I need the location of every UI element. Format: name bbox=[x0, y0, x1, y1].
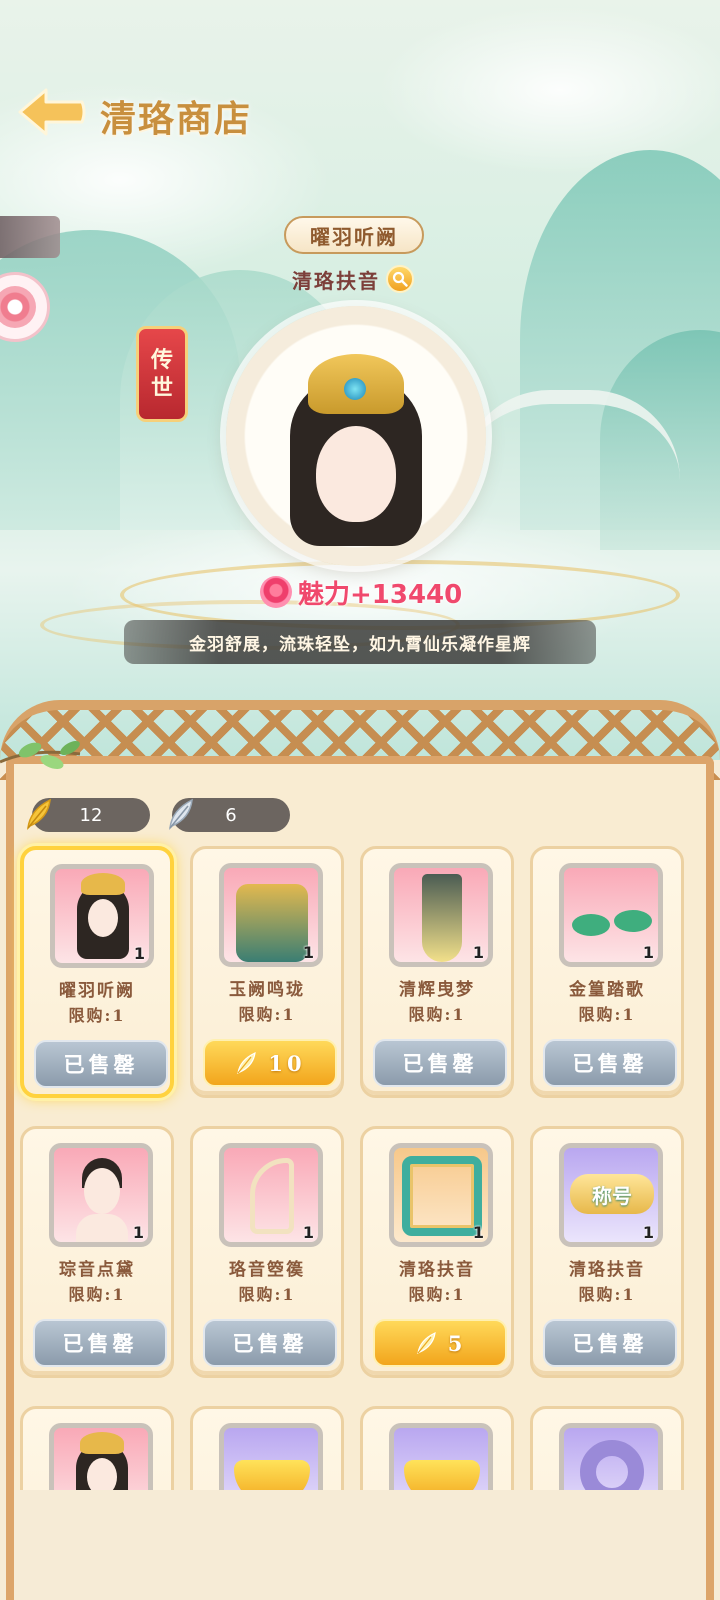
back-button[interactable] bbox=[16, 84, 88, 140]
item-thumbnail: 1 bbox=[389, 863, 493, 967]
shop-item-card[interactable]: 1 清辉曳梦限购:1 已售罄 bbox=[360, 846, 514, 1098]
item-quantity: 1 bbox=[472, 943, 484, 962]
purchase-limit: 限购:1 bbox=[68, 1006, 126, 1025]
panel-bottom bbox=[14, 1490, 706, 1600]
purchase-limit: 限购:1 bbox=[408, 1285, 466, 1304]
item-name: 玉阙鸣珑 bbox=[229, 980, 305, 1000]
silver-feather-count: 6 bbox=[225, 804, 237, 826]
sold-out-button: 已售罄 bbox=[543, 1319, 677, 1367]
item-name: 珞音箜篌 bbox=[229, 1260, 305, 1280]
item-thumbnail: 称号 1 bbox=[559, 1143, 663, 1247]
set-name-label: 曜羽听阙 bbox=[284, 216, 424, 254]
shop-item-card[interactable]: 称号 1 清珞扶音限购:1 已售罄 bbox=[530, 1126, 684, 1378]
purchase-limit: 限购:1 bbox=[408, 1005, 466, 1024]
item-quantity: 1 bbox=[642, 1223, 654, 1242]
item-name: 清珞扶音 bbox=[399, 1260, 475, 1280]
sold-out-button: 已售罄 bbox=[373, 1039, 507, 1087]
item-name: 琮音点黛 bbox=[59, 1260, 135, 1280]
item-quantity: 1 bbox=[472, 1223, 484, 1242]
silver-feather-icon bbox=[169, 798, 193, 831]
item-name: 清辉曳梦 bbox=[399, 980, 475, 1000]
back-arrow-icon bbox=[18, 88, 86, 136]
rarity-char: 世 bbox=[150, 375, 173, 401]
item-grid: 1 曜羽听阙限购:1 已售罄 1 玉阙鸣珑限购:1 10 1 清辉曳梦限购:1 已售罄 1 金篁踏歌… bbox=[20, 846, 700, 1600]
leaf-decoration-icon bbox=[0, 741, 81, 769]
shop-item-card[interactable]: 1 玉阙鸣珑限购:1 10 bbox=[190, 846, 344, 1098]
shop-item-card[interactable]: 1 曜羽听阙限购:1 已售罄 bbox=[20, 846, 174, 1098]
shop-item-card[interactable]: 1 琮音点黛限购:1 已售罄 bbox=[20, 1126, 174, 1378]
sold-out-button: 已售罄 bbox=[543, 1039, 677, 1087]
purchase-limit: 限购:1 bbox=[238, 1285, 296, 1304]
buy-button[interactable]: 5 bbox=[373, 1319, 507, 1367]
gold-feather-icon bbox=[237, 1051, 257, 1075]
purchase-limit: 限购:1 bbox=[68, 1285, 126, 1304]
purchase-limit: 限购:1 bbox=[578, 1005, 636, 1024]
face-art bbox=[316, 426, 396, 522]
gold-feather-icon bbox=[27, 798, 51, 831]
sold-out-button: 已售罄 bbox=[33, 1319, 167, 1367]
gold-feather-icon bbox=[416, 1331, 436, 1355]
item-thumbnail: 1 bbox=[219, 1143, 323, 1247]
item-name: 金篁踏歌 bbox=[569, 980, 645, 1000]
page-title: 清珞商店 bbox=[100, 98, 253, 140]
buy-button[interactable]: 10 bbox=[203, 1039, 337, 1087]
title-badge-text: 称号 bbox=[570, 1174, 654, 1214]
sold-out-button: 已售罄 bbox=[203, 1319, 337, 1367]
item-name: 曜羽听阙 bbox=[59, 981, 135, 1001]
item-preview[interactable] bbox=[226, 306, 486, 566]
item-quantity: 1 bbox=[133, 944, 145, 963]
rarity-char: 传 bbox=[150, 347, 173, 373]
collection-link[interactable]: 清珞扶音 bbox=[292, 264, 414, 294]
shop-item-card[interactable]: 1 金篁踏歌限购:1 已售罄 bbox=[530, 846, 684, 1098]
item-thumbnail: 1 bbox=[49, 1143, 153, 1247]
item-quantity: 1 bbox=[132, 1223, 144, 1242]
shop-item-card[interactable]: 1 清珞扶音限购:1 5 bbox=[360, 1126, 514, 1378]
item-thumbnail: 1 bbox=[559, 863, 663, 967]
flower-icon bbox=[0, 286, 36, 328]
price-label: 10 bbox=[268, 1050, 306, 1076]
item-quantity: 1 bbox=[302, 1223, 314, 1242]
shop-item-card[interactable]: 1 珞音箜篌限购:1 已售罄 bbox=[190, 1126, 344, 1378]
rose-icon bbox=[260, 576, 292, 608]
item-description: 金羽舒展，流珠轻坠，如九霄仙乐凝作星辉 bbox=[124, 620, 596, 664]
item-thumbnail: 1 bbox=[219, 863, 323, 967]
item-thumbnail: 1 bbox=[389, 1143, 493, 1247]
gold-feather-count: 12 bbox=[79, 804, 103, 826]
item-quantity: 1 bbox=[302, 943, 314, 962]
side-tab[interactable] bbox=[0, 216, 60, 258]
charm-text: 魅力+13440 bbox=[298, 579, 463, 610]
item-name: 清珞扶音 bbox=[569, 1260, 645, 1280]
sold-out-button: 已售罄 bbox=[34, 1040, 168, 1088]
item-quantity: 1 bbox=[642, 943, 654, 962]
collection-name: 清珞扶音 bbox=[292, 268, 380, 293]
search-icon[interactable] bbox=[386, 265, 414, 293]
purchase-limit: 限购:1 bbox=[578, 1285, 636, 1304]
charm-value: 魅力+13440 bbox=[260, 572, 462, 612]
purchase-limit: 限购:1 bbox=[238, 1005, 296, 1024]
item-thumbnail: 1 bbox=[50, 864, 154, 968]
price-label: 5 bbox=[447, 1330, 467, 1356]
gem-art bbox=[344, 378, 366, 400]
rarity-badge: 传 世 bbox=[136, 326, 188, 422]
